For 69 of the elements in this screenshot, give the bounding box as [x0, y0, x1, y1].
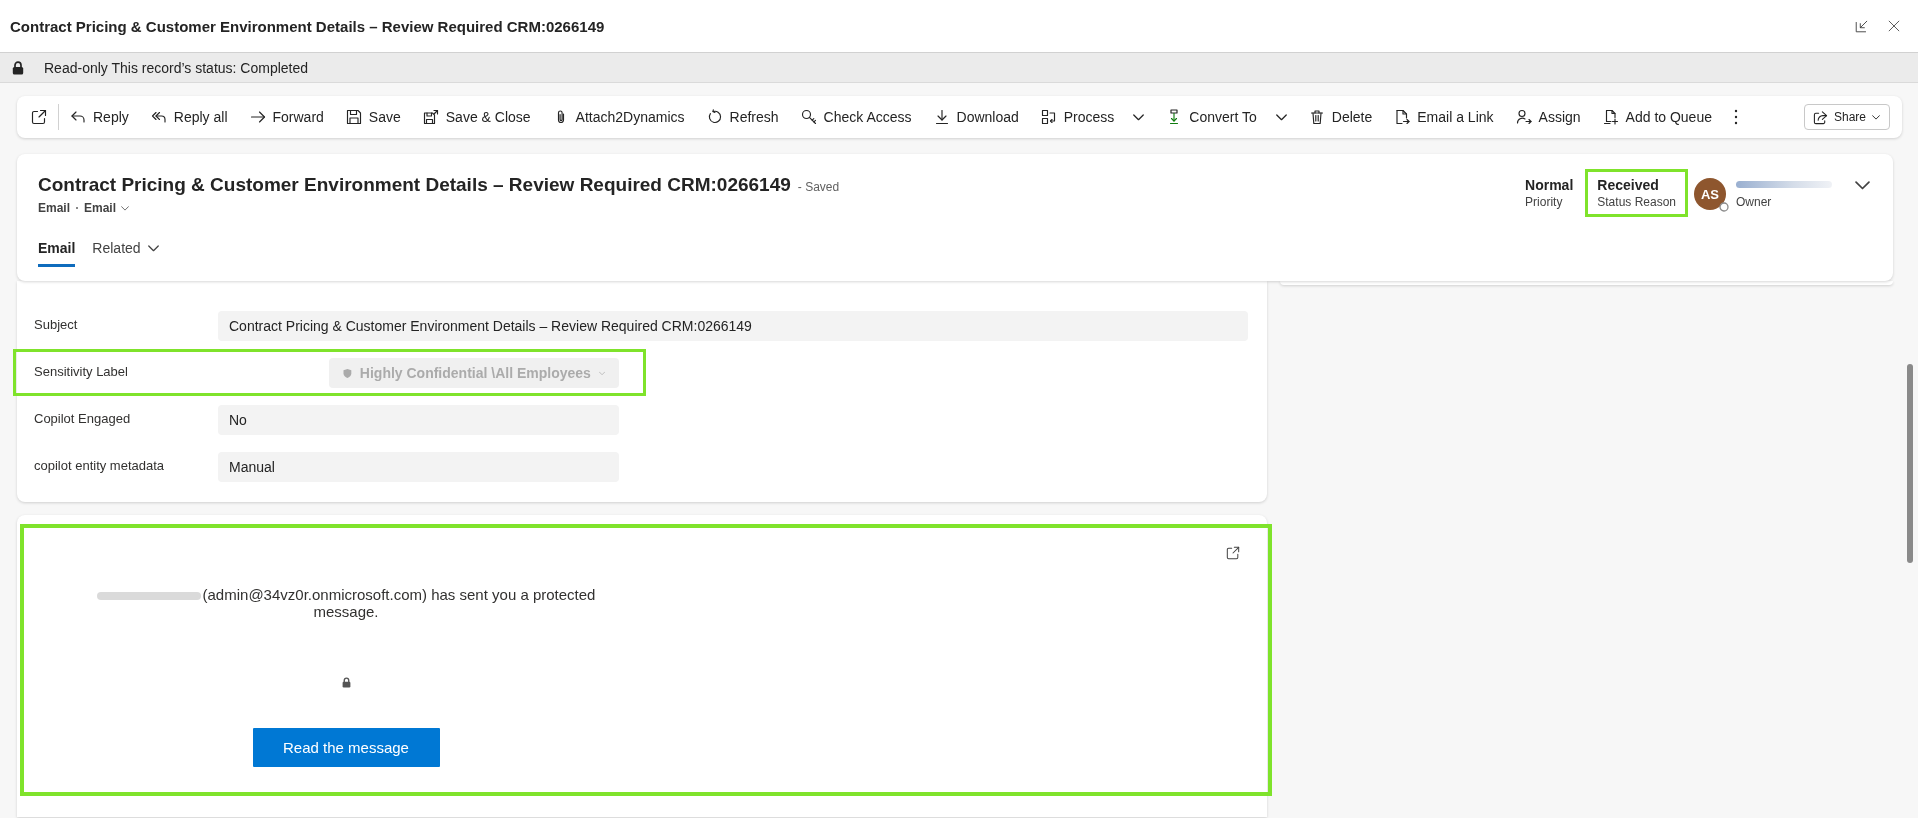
popout-icon [31, 109, 47, 125]
window-title: Contract Pricing & Customer Environment Details – Review Required CRM:0266149 [10, 17, 606, 35]
restore-icon[interactable] [1855, 19, 1868, 33]
scrollbar-thumb[interactable] [1907, 364, 1913, 563]
notice-text: Read-only This record’s status: Completed [44, 59, 309, 76]
trash-icon [1308, 109, 1325, 125]
document-arrow-icon [1394, 109, 1411, 125]
field-label: Sensitivity Label [34, 363, 129, 380]
presence-icon [1719, 202, 1729, 212]
text-field[interactable]: Manual [218, 452, 619, 482]
field-label: Priority [1525, 194, 1564, 210]
save-close-icon [422, 109, 439, 125]
toolbar-button[interactable]: Refresh [695, 101, 790, 133]
lock-icon [12, 60, 24, 75]
chevron-down-icon [147, 245, 159, 252]
toolbar-button[interactable]: Process [1029, 101, 1156, 133]
toolbar-button[interactable]: Reply [59, 101, 140, 133]
toolbar-button[interactable]: Delete [1297, 101, 1384, 133]
toolbar-button[interactable]: Email a Link [1383, 101, 1505, 133]
share-button[interactable]: Share [1803, 104, 1890, 130]
toolbar-button[interactable]: Attach2Dynamics [541, 101, 696, 133]
tab[interactable]: Related [92, 240, 159, 267]
toolbar-button[interactable]: Add to Queue [1591, 101, 1723, 133]
forward-arrow-icon [249, 109, 266, 125]
document-plus-icon [1602, 109, 1619, 125]
reply-icon [70, 109, 86, 125]
toolbar-button[interactable]: Forward [238, 101, 335, 133]
text-field[interactable]: Contract Pricing & Customer Environment Details – Review Required CRM:0266149 [218, 311, 1248, 341]
record-title: Contract Pricing & Customer Environment Details – Review Required CRM:0266149 [38, 173, 791, 197]
text-field[interactable]: No [218, 405, 619, 435]
flow-icon [1040, 109, 1057, 125]
entity-name: Email [38, 201, 70, 215]
toolbar-button[interactable]: Download [922, 101, 1030, 133]
toolbar-button[interactable]: Check Access [789, 101, 923, 133]
avatar: AS [1694, 178, 1726, 210]
refresh-icon [706, 109, 723, 125]
toolbar-button[interactable]: Convert To [1155, 101, 1298, 133]
key-icon [800, 109, 817, 125]
chevron-down-icon [1133, 113, 1145, 121]
lock-icon [341, 677, 351, 688]
toolbar-button[interactable]: Save [334, 101, 412, 133]
toolbar-button[interactable]: Reply all [139, 101, 239, 133]
download-icon [933, 109, 950, 125]
save-status: - Saved [797, 180, 840, 194]
share-icon [1812, 109, 1828, 125]
toolbar-button[interactable]: Assign [1504, 101, 1592, 133]
field-label: copilot entity metadata [34, 457, 166, 474]
field-label: Copilot Engaged [34, 410, 132, 427]
popout-icon[interactable] [1226, 546, 1240, 560]
field-value: Normal [1525, 176, 1574, 194]
more-icon [1734, 109, 1738, 125]
close-icon[interactable] [1888, 20, 1900, 32]
field-label: Subject [34, 316, 79, 333]
field-label: Status Reason [1597, 194, 1676, 210]
chevron-down-icon [598, 370, 605, 376]
chevron-down-icon [121, 205, 130, 211]
reply-all-icon [150, 109, 167, 125]
read-message-button[interactable]: Read the message [252, 728, 440, 767]
chevron-down-icon [1872, 114, 1880, 120]
chevron-down-icon[interactable] [1855, 181, 1870, 190]
form-selector[interactable]: Email [84, 201, 130, 215]
save-icon [345, 109, 362, 125]
person-arrow-icon [1515, 109, 1532, 125]
field-label: Owner [1736, 195, 1772, 210]
chevron-down-icon [1275, 113, 1287, 121]
message-text: (admin@34vz0r.onmicrosoft.com) has sent you a protected message. [76, 586, 616, 620]
field-value: Received [1597, 176, 1660, 194]
tab[interactable]: Email [38, 240, 76, 267]
toolbar-button[interactable]: Save & Close [411, 101, 542, 133]
